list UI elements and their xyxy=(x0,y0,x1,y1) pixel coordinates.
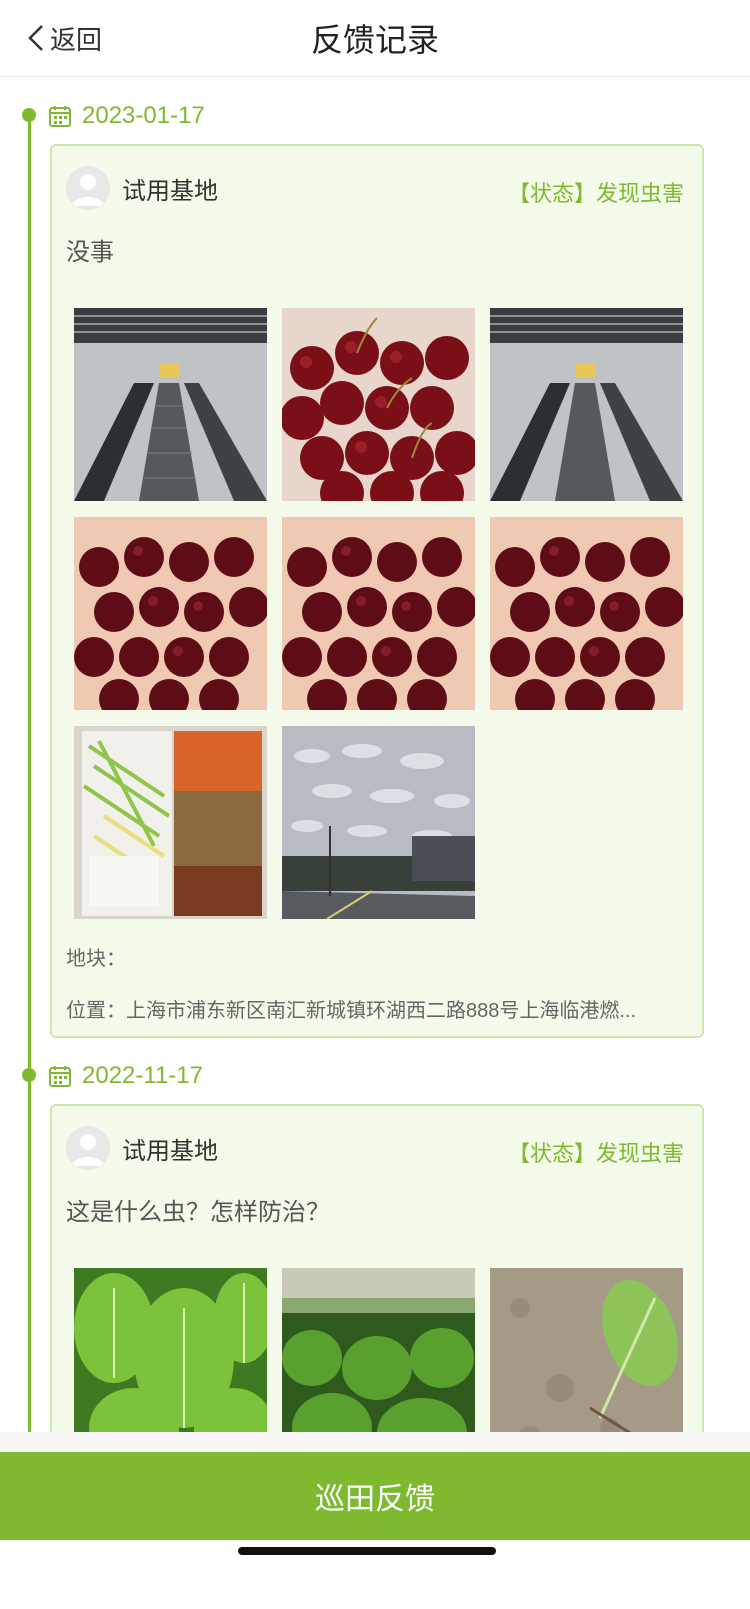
status-label: 【状态】发现虫害 xyxy=(507,181,684,206)
plot-label: 地块： xyxy=(66,948,126,970)
chevron-left-icon xyxy=(28,25,43,51)
page-title: 反馈记录 xyxy=(310,22,439,58)
record-date: 2023-01-17 xyxy=(82,102,205,129)
calendar-icon xyxy=(49,1066,71,1087)
escalator-photo[interactable] xyxy=(490,308,683,501)
record-date: 2022-11-17 xyxy=(82,1062,203,1089)
back-label: 返回 xyxy=(50,24,103,55)
timeline-line xyxy=(28,116,31,1466)
date-header: 2022-11-17 xyxy=(48,1058,203,1094)
timeline-dot xyxy=(22,108,36,122)
feedback-text: 没事 xyxy=(66,239,114,266)
sky-street-photo[interactable] xyxy=(282,726,475,919)
home-indicator xyxy=(238,1547,496,1555)
username: 试用基地 xyxy=(122,1137,218,1165)
status-label: 【状态】发现虫害 xyxy=(507,1141,684,1166)
top-nav-bar: 返回 反馈记录 xyxy=(0,0,750,77)
user-icon xyxy=(72,174,104,206)
location-text: 位置：上海市浦东新区南汇新城镇环湖西二路888号上海临港燃... xyxy=(66,1000,637,1022)
username: 试用基地 xyxy=(122,177,218,205)
user-icon xyxy=(72,1134,104,1166)
feedback-text: 这是什么虫？怎样防治？ xyxy=(66,1199,330,1226)
feedback-card[interactable]: 试用基地 【状态】发现虫害 没事 地块： 位置：上海市浦东新区南汇新城镇环湖西二… xyxy=(50,144,704,1038)
avatar xyxy=(66,1126,110,1170)
bottom-spacer xyxy=(0,1432,750,1452)
user-row: 试用基地 xyxy=(66,1126,218,1170)
cherries-photo[interactable] xyxy=(490,517,683,710)
date-header: 2023-01-17 xyxy=(48,98,205,134)
food-tray-photo[interactable] xyxy=(74,726,267,919)
photo-grid xyxy=(74,308,684,919)
timeline-dot xyxy=(22,1068,36,1082)
cherries-photo[interactable] xyxy=(282,308,475,501)
cherries-photo[interactable] xyxy=(282,517,475,710)
patrol-feedback-button[interactable]: 巡田反馈 xyxy=(0,1452,750,1540)
feedback-card[interactable]: 试用基地 【状态】发现虫害 这是什么虫？怎样防治？ xyxy=(50,1104,704,1464)
back-button[interactable]: 返回 xyxy=(26,18,102,58)
avatar xyxy=(66,166,110,210)
cherries-photo[interactable] xyxy=(74,517,267,710)
calendar-icon xyxy=(49,106,71,127)
user-row: 试用基地 xyxy=(66,166,218,210)
escalator-photo[interactable] xyxy=(74,308,267,501)
